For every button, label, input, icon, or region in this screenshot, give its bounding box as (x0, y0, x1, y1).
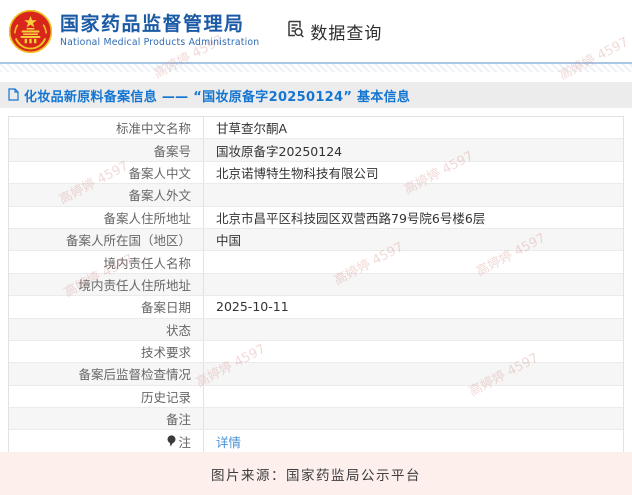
row-value: 国妆原备字20250124 (204, 139, 623, 160)
table-row: 备案人所在国（地区）中国 (9, 229, 623, 251)
row-value (204, 319, 623, 340)
table-row: 技术要求 (9, 341, 623, 363)
national-emblem-icon[interactable] (8, 9, 53, 54)
row-label: 备案人外文 (9, 184, 204, 205)
row-label: 境内责任人住所地址 (9, 274, 204, 295)
row-value (204, 363, 623, 384)
table-row: 境内责任人名称 (9, 251, 623, 273)
page-title-bar: 化妆品新原料备案信息 —— “国妆原备字20250124” 基本信息 (0, 82, 632, 108)
table-row: 备注 (9, 408, 623, 430)
row-label: 备案日期 (9, 296, 204, 317)
table-row: 备案人中文北京诺博特生物科技有限公司 (9, 162, 623, 184)
footer-bar: 图片来源：国家药监局公示平台 (0, 452, 632, 495)
row-value: 甘草查尔酮A (204, 117, 623, 138)
row-label: 备案人所在国（地区） (9, 229, 204, 250)
row-value (204, 408, 623, 429)
table-row: 境内责任人住所地址 (9, 274, 623, 296)
table-row: 状态 (9, 319, 623, 341)
image-source-text: 图片来源：国家药监局公示平台 (211, 464, 421, 484)
info-table: 标准中文名称甘草查尔酮A备案号国妆原备字20250124备案人中文北京诺博特生物… (8, 116, 624, 453)
org-name-cn: 国家药品监督管理局 (60, 14, 259, 36)
row-label: 备案后监督检查情况 (9, 363, 204, 384)
app-header: 国家药品监督管理局 National Medical Products Admi… (0, 0, 632, 62)
row-value (204, 386, 623, 407)
row-label: 标准中文名称 (9, 117, 204, 138)
document-icon (8, 86, 24, 105)
org-name-en: National Medical Products Administration (60, 37, 259, 48)
row-label: 备注 (9, 408, 204, 429)
nav-data-query-label: 数据查询 (310, 19, 382, 44)
row-label: 境内责任人名称 (9, 251, 204, 272)
table-row: 标准中文名称甘草查尔酮A (9, 117, 623, 139)
page-title: 化妆品新原料备案信息 —— “国妆原备字20250124” 基本信息 (24, 86, 410, 105)
row-label: 技术要求 (9, 341, 204, 362)
org-title-block: 国家药品监督管理局 National Medical Products Admi… (60, 14, 259, 49)
row-value (204, 274, 623, 295)
data-query-icon (285, 19, 310, 43)
row-value: 北京市昌平区科技园区双营西路79号院6号楼6层 (204, 207, 623, 228)
table-row: 注详情 (9, 430, 623, 451)
row-label: 注 (9, 430, 204, 451)
table-row: 备案后监督检查情况 (9, 363, 623, 385)
note-balloon-icon (167, 435, 176, 447)
detail-link[interactable]: 详情 (216, 432, 241, 451)
row-value: 2025-10-11 (204, 296, 623, 317)
row-value (204, 184, 623, 205)
table-row: 备案人住所地址北京市昌平区科技园区双营西路79号院6号楼6层 (9, 207, 623, 229)
row-value: 详情 (204, 430, 623, 451)
table-row: 备案人外文 (9, 184, 623, 206)
table-row: 备案日期2025-10-11 (9, 296, 623, 318)
row-label: 状态 (9, 319, 204, 340)
header-divider (0, 62, 632, 72)
table-row: 备案号国妆原备字20250124 (9, 139, 623, 161)
row-value: 中国 (204, 229, 623, 250)
row-value (204, 341, 623, 362)
row-label: 备案人住所地址 (9, 207, 204, 228)
row-label: 备案人中文 (9, 162, 204, 183)
row-value (204, 251, 623, 272)
nav-data-query[interactable]: 数据查询 (285, 19, 382, 44)
page: { "header": { "org_name_cn": "国家药品监督管理局"… (0, 0, 632, 495)
row-value: 北京诺博特生物科技有限公司 (204, 162, 623, 183)
table-row: 历史记录 (9, 386, 623, 408)
row-label: 历史记录 (9, 386, 204, 407)
row-label: 备案号 (9, 139, 204, 160)
